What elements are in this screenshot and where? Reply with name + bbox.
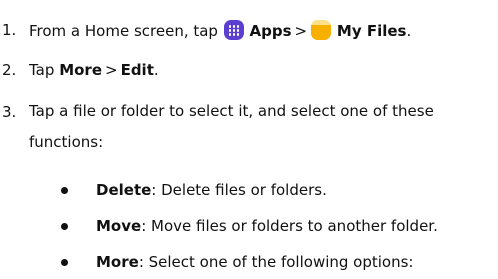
apps-grid-icon <box>223 20 244 40</box>
more-label: More <box>59 61 102 79</box>
function-text: More: Select one of the following option… <box>96 252 413 272</box>
bullet-icon <box>61 223 68 230</box>
step-text: Tap More > Edit. <box>29 60 159 80</box>
step-1-intro: From a Home screen, tap <box>29 22 218 40</box>
bullet-icon <box>61 187 68 194</box>
function-label: More <box>96 253 139 271</box>
function-desc: : Select one of the following options: <box>138 253 414 271</box>
bullet-icon <box>61 259 68 266</box>
function-text: Move: Move files or folders to another f… <box>96 216 438 236</box>
step-text: From a Home screen, tap Apps > My Files. <box>29 20 411 41</box>
function-text: Delete: Delete files or folders. <box>96 180 327 200</box>
my-files-label: My Files <box>336 22 407 40</box>
step-number: 3. <box>2 103 17 121</box>
step-2-intro: Tap <box>29 61 55 79</box>
step-end: . <box>406 22 412 40</box>
function-desc: : Delete files or folders. <box>151 181 327 199</box>
edit-label: Edit <box>120 61 154 79</box>
path-separator: > <box>294 22 308 40</box>
instructions-document: 1. From a Home screen, tap Apps > My File… <box>0 0 498 279</box>
step-number: 1. <box>2 21 17 39</box>
path-separator: > <box>105 61 118 79</box>
function-label: Move <box>96 217 142 235</box>
step-end: . <box>153 61 159 79</box>
folder-icon <box>311 20 332 40</box>
function-label: Delete <box>96 181 152 199</box>
step-number: 2. <box>2 61 17 79</box>
apps-label: Apps <box>249 22 292 40</box>
step-3-text: Tap a file or folder to select it, and s… <box>29 102 434 151</box>
function-desc: : Move files or folders to another folde… <box>141 217 438 235</box>
